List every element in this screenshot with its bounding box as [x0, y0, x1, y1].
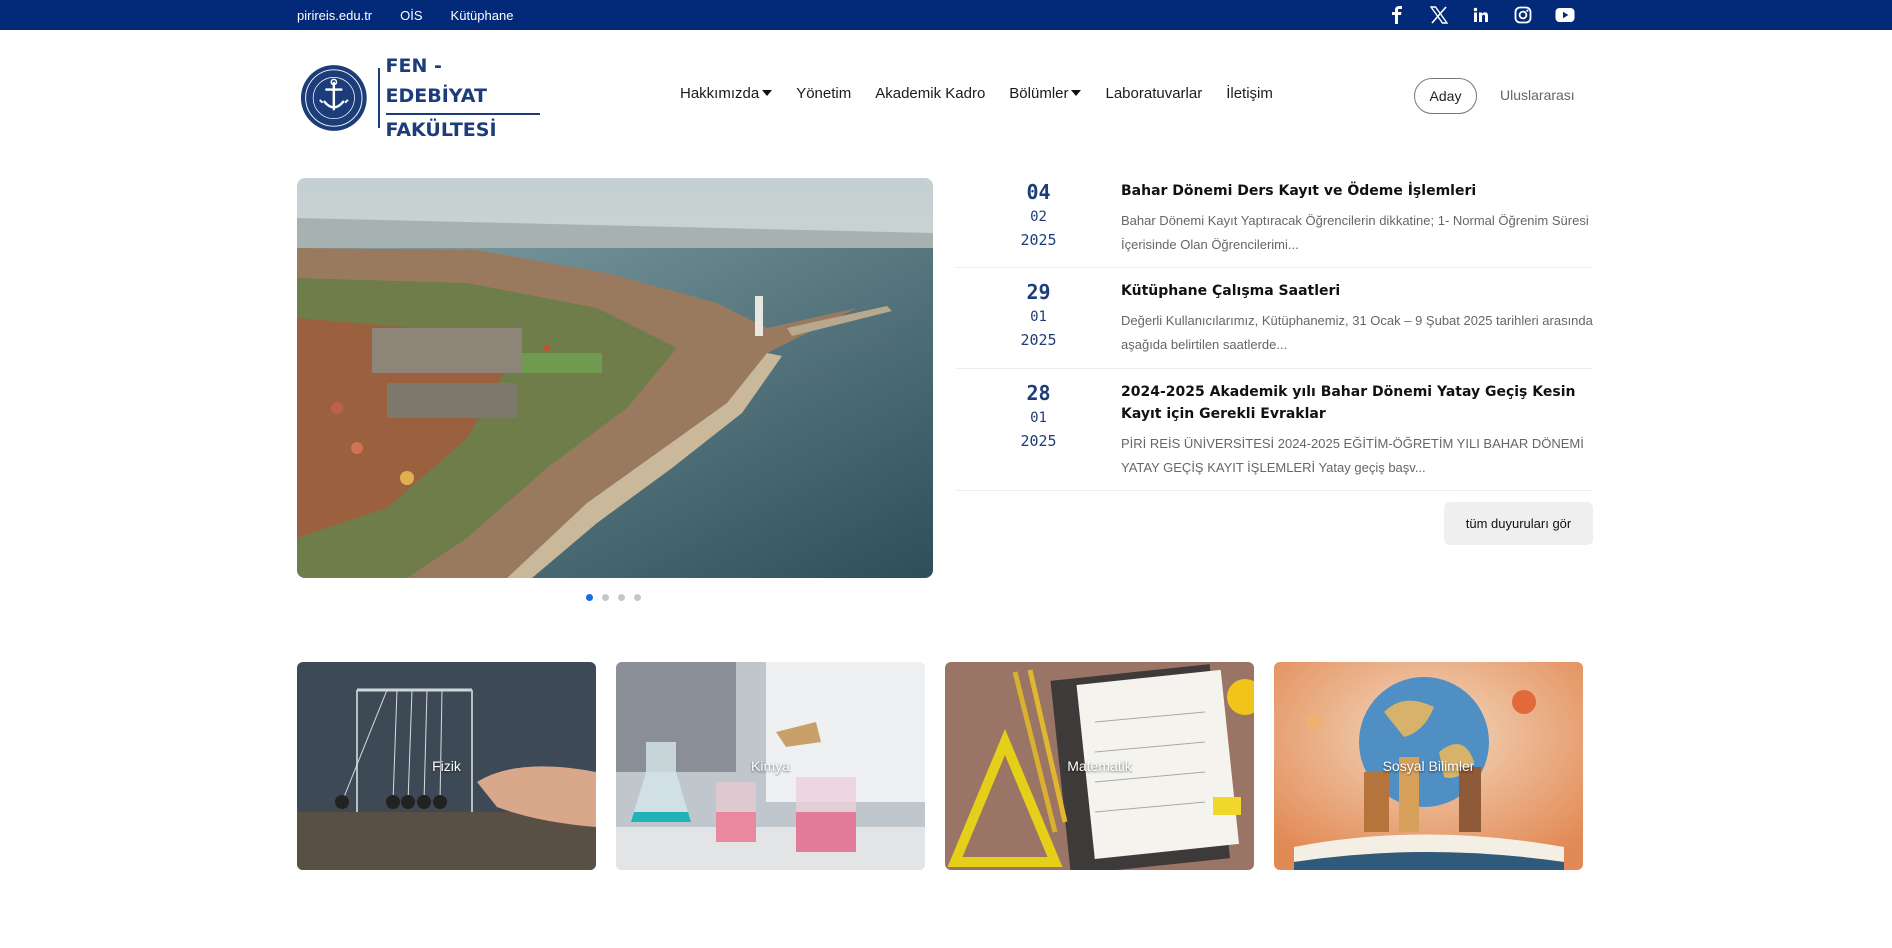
date-year: 2025	[1020, 432, 1057, 450]
youtube-icon[interactable]	[1550, 0, 1580, 30]
main-nav: Hakkımızda Yönetim Akademik Kadro Bölüml…	[680, 85, 1297, 102]
campus-aerial-image	[297, 178, 933, 578]
department-card-matematik[interactable]: Matematik	[945, 662, 1254, 870]
announcement-body: Bahar Dönemi Ders Kayıt ve Ödeme İşlemle…	[1121, 178, 1593, 257]
announcement-item[interactable]: 29 01 2025 Kütüphane Çalışma Saatleri De…	[956, 278, 1593, 369]
announcement-excerpt: Değerli Kullanıcılarımız, Kütüphanemiz, …	[1121, 313, 1593, 352]
slider-dot-4[interactable]	[634, 594, 641, 601]
aday-button[interactable]: Aday	[1414, 78, 1477, 114]
university-seal-icon	[300, 65, 367, 131]
nav-label: Akademik Kadro	[875, 85, 986, 102]
top-links: pirireis.edu.tr OİS Kütüphane	[297, 0, 541, 30]
linkedin-icon[interactable]	[1466, 0, 1496, 30]
department-card-kimya[interactable]: Kimya	[616, 662, 925, 870]
nav-iletisim[interactable]: İletişim	[1226, 85, 1273, 102]
caret-down-icon	[1071, 89, 1082, 96]
slider-dot-3[interactable]	[618, 594, 625, 601]
announcement-item[interactable]: 28 01 2025 2024-2025 Akademik yılı Bahar…	[956, 379, 1593, 491]
date-year: 2025	[1020, 231, 1057, 249]
department-label: Kimya	[751, 758, 790, 774]
announcement-title[interactable]: Bahar Dönemi Ders Kayıt ve Ödeme İşlemle…	[1121, 180, 1593, 202]
x-icon[interactable]	[1424, 0, 1454, 30]
date-month: 02	[1030, 209, 1047, 225]
date-month: 01	[1030, 410, 1047, 426]
social-links	[1370, 0, 1580, 30]
link-ois[interactable]: OİS	[400, 8, 422, 23]
date-day: 04	[1026, 180, 1051, 204]
announcement-date: 04 02 2025	[956, 178, 1121, 257]
logo-divider	[377, 68, 380, 128]
international-link[interactable]: Uluslararası	[1500, 87, 1575, 103]
department-label: Sosyal Bilimler	[1382, 758, 1475, 774]
site-header: FEN - EDEBİYAT FAKÜLTESİ Hakkımızda Yöne…	[0, 30, 1892, 160]
facebook-icon[interactable]	[1382, 0, 1412, 30]
caret-down-icon	[762, 89, 773, 96]
department-card-fizik[interactable]: Fizik	[297, 662, 596, 870]
nav-akademik-kadro[interactable]: Akademik Kadro	[875, 85, 985, 102]
nav-laboratuvarlar[interactable]: Laboratuvarlar	[1105, 85, 1202, 102]
date-year: 2025	[1020, 331, 1057, 349]
nav-bolumler[interactable]: Bölümler	[1009, 85, 1082, 102]
link-kutuphane[interactable]: Kütüphane	[451, 8, 514, 23]
announcement-title[interactable]: Kütüphane Çalışma Saatleri	[1121, 280, 1593, 302]
announcement-date: 28 01 2025	[956, 379, 1121, 480]
date-day: 28	[1026, 381, 1051, 405]
announcements-list: 04 02 2025 Bahar Dönemi Ders Kayıt ve Öd…	[956, 178, 1593, 501]
department-label: Matematik	[1067, 758, 1132, 774]
logo-line-1: FEN - EDEBİYAT	[385, 51, 540, 115]
logo-line-2: FAKÜLTESİ	[385, 119, 497, 141]
announcement-excerpt: Bahar Dönemi Kayıt Yaptıracak Öğrenciler…	[1121, 213, 1589, 252]
department-label: Fizik	[432, 758, 461, 774]
announcement-body: Kütüphane Çalışma Saatleri Değerli Kulla…	[1121, 278, 1593, 358]
nav-label: Yönetim	[796, 85, 852, 102]
announcement-title[interactable]: 2024-2025 Akademik yılı Bahar Dönemi Yat…	[1121, 381, 1593, 425]
nav-yonetim[interactable]: Yönetim	[796, 85, 851, 102]
date-day: 29	[1026, 280, 1051, 304]
link-pirireis[interactable]: pirireis.edu.tr	[297, 8, 372, 23]
date-month: 01	[1030, 309, 1047, 325]
instagram-icon[interactable]	[1508, 0, 1538, 30]
faculty-logo[interactable]: FEN - EDEBİYAT FAKÜLTESİ	[300, 55, 540, 141]
hero-slider[interactable]	[297, 178, 933, 578]
nav-label: Bölümler	[1009, 85, 1069, 102]
nav-label: İletişim	[1226, 85, 1273, 102]
slider-dots	[586, 594, 650, 601]
slider-dot-1[interactable]	[586, 594, 593, 601]
announcement-body: 2024-2025 Akademik yılı Bahar Dönemi Yat…	[1121, 379, 1593, 480]
slider-dot-2[interactable]	[602, 594, 609, 601]
announcement-item[interactable]: 04 02 2025 Bahar Dönemi Ders Kayıt ve Öd…	[956, 178, 1593, 268]
nav-label: Laboratuvarlar	[1105, 85, 1203, 102]
logo-text: FEN - EDEBİYAT FAKÜLTESİ	[385, 51, 540, 145]
nav-hakkimizda[interactable]: Hakkımızda	[680, 85, 773, 102]
nav-label: Hakkımızda	[680, 85, 760, 102]
department-card-sosyal-bilimler[interactable]: Sosyal Bilimler	[1274, 662, 1583, 870]
top-bar: pirireis.edu.tr OİS Kütüphane	[0, 0, 1892, 30]
announcement-excerpt: PİRİ REİS ÜNİVERSİTESİ 2024-2025 EĞİTİM-…	[1121, 436, 1584, 475]
all-announcements-button[interactable]: tüm duyuruları gör	[1444, 502, 1593, 545]
announcement-date: 29 01 2025	[956, 278, 1121, 358]
